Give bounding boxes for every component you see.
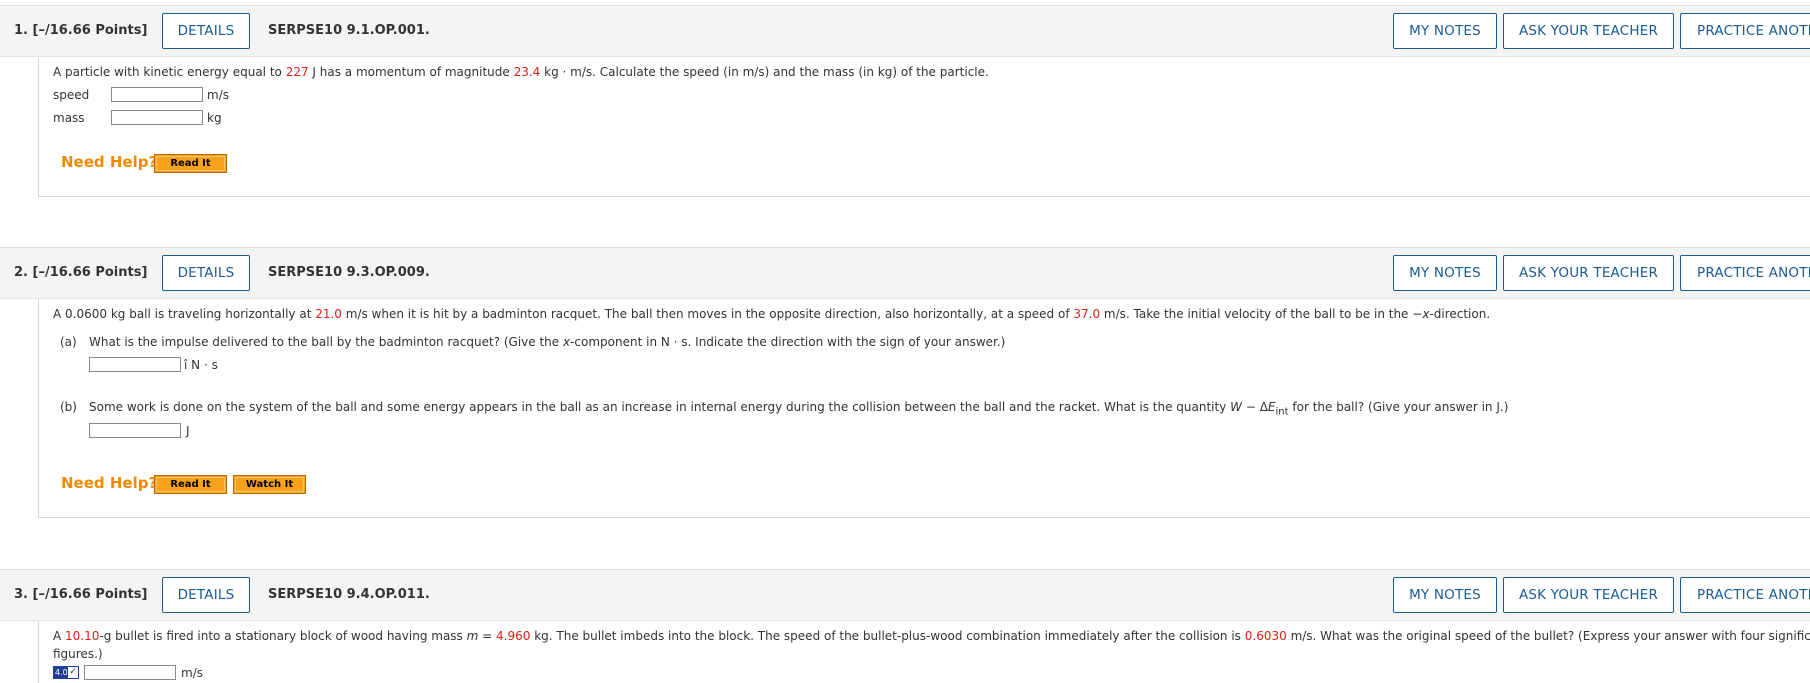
my-notes-button[interactable]: MY NOTES	[1393, 13, 1497, 49]
question-text-continued: figures.)	[53, 647, 103, 661]
question-code: SERPSE10 9.1.OP.001.	[268, 23, 430, 38]
question-code: SERPSE10 9.3.OP.009.	[268, 265, 430, 280]
read-it-button[interactable]: Read It	[154, 154, 227, 173]
need-help-label: Need Help?	[61, 474, 158, 492]
original-speed-unit: m/s	[181, 666, 203, 680]
impulse-input[interactable]	[89, 357, 181, 372]
part-b-text: Some work is done on the system of the b…	[89, 400, 1509, 418]
part-b-label: (b)	[60, 400, 77, 414]
part-a-label: (a)	[60, 335, 77, 349]
checkmark-icon: ✓	[67, 666, 79, 679]
given-value: 227	[285, 65, 309, 79]
given-value: 4.960	[496, 629, 531, 643]
ask-teacher-button[interactable]: ASK YOUR TEACHER	[1503, 255, 1674, 291]
question-text: A 0.0600 kg ball is traveling horizontal…	[53, 307, 1491, 321]
question-text: A particle with kinetic energy equal to …	[53, 65, 989, 79]
ask-teacher-button[interactable]: ASK YOUR TEACHER	[1503, 577, 1674, 613]
speed-input[interactable]	[111, 87, 203, 102]
given-value: 0.6030	[1244, 629, 1287, 643]
mass-label: mass	[53, 111, 85, 125]
read-it-button[interactable]: Read It	[154, 475, 227, 494]
question-code: SERPSE10 9.4.OP.011.	[268, 587, 430, 602]
my-notes-button[interactable]: MY NOTES	[1393, 577, 1497, 613]
question-3-body: A 10.10-g bullet is fired into a station…	[38, 621, 1810, 683]
original-speed-input[interactable]	[84, 665, 176, 680]
given-value: 21.0	[315, 307, 342, 321]
question-3-header: 3. [–/16.66 Points] DETAILS SERPSE10 9.4…	[0, 569, 1810, 621]
details-button[interactable]: DETAILS	[162, 577, 250, 613]
question-number: 3. [–/16.66 Points]	[14, 587, 148, 602]
speed-label: speed	[53, 88, 90, 102]
given-value: 10.10	[65, 629, 100, 643]
question-1-header: 1. [–/16.66 Points] DETAILS SERPSE10 9.1…	[0, 5, 1810, 57]
work-energy-unit: J	[186, 424, 190, 438]
question-text: A 10.10-g bullet is fired into a station…	[53, 629, 1810, 643]
impulse-unit: î N · s	[184, 358, 218, 372]
question-number: 1. [–/16.66 Points]	[14, 23, 148, 38]
mass-input[interactable]	[111, 110, 203, 125]
ask-teacher-button[interactable]: ASK YOUR TEACHER	[1503, 13, 1674, 49]
practice-another-button[interactable]: PRACTICE ANOTHER	[1680, 577, 1810, 613]
practice-another-button[interactable]: PRACTICE ANOTHER	[1680, 255, 1810, 291]
question-1-body: A particle with kinetic energy equal to …	[38, 57, 1810, 197]
given-value: 23.4	[513, 65, 541, 79]
question-2-body: A 0.0600 kg ball is traveling horizontal…	[38, 299, 1810, 518]
practice-another-button[interactable]: PRACTICE ANOTHER	[1680, 13, 1810, 49]
details-button[interactable]: DETAILS	[162, 13, 250, 49]
watch-it-button[interactable]: Watch It	[233, 475, 306, 494]
question-number: 2. [–/16.66 Points]	[14, 265, 148, 280]
part-a-text: What is the impulse delivered to the bal…	[89, 335, 1006, 349]
question-2-header: 2. [–/16.66 Points] DETAILS SERPSE10 9.3…	[0, 247, 1810, 299]
speed-unit: m/s	[207, 88, 229, 102]
my-notes-button[interactable]: MY NOTES	[1393, 255, 1497, 291]
sig-fig-badge: 4.0	[53, 666, 68, 679]
given-value: 37.0	[1073, 307, 1101, 321]
work-energy-input[interactable]	[89, 423, 181, 438]
details-button[interactable]: DETAILS	[162, 255, 250, 291]
mass-unit: kg	[207, 111, 222, 125]
need-help-label: Need Help?	[61, 153, 158, 171]
